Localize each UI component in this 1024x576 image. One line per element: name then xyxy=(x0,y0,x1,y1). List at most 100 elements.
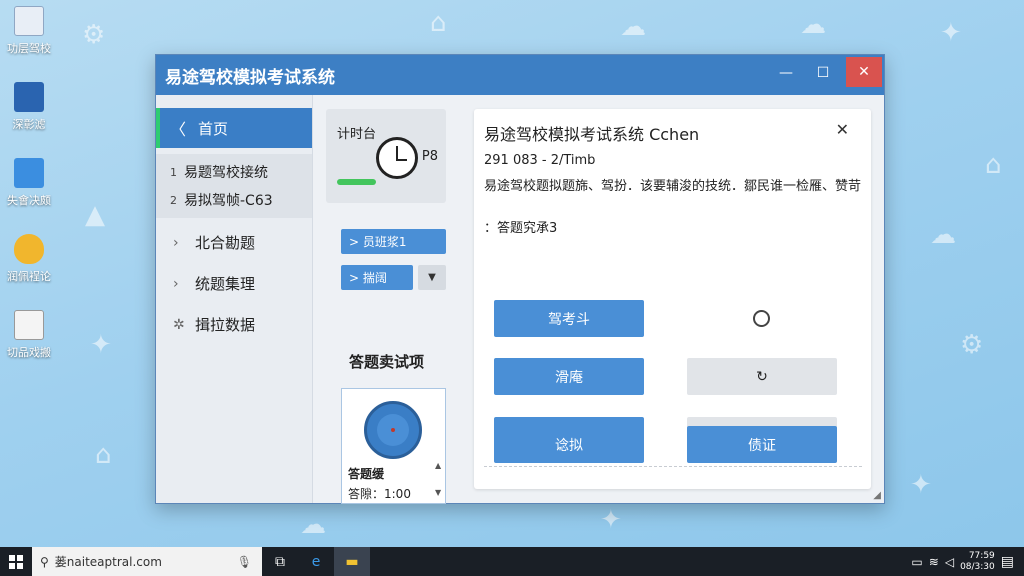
radio-option[interactable] xyxy=(753,310,770,327)
desktop-icon-4[interactable]: 润佩裎论 xyxy=(2,234,56,284)
middle-panel: 计时台 P8 > 员班浆1 > 揣阔 ▼ 答题卖试项 答题缓 答隙：1:00 ▲… xyxy=(326,95,446,504)
dialog-title: 易途驾校模拟考试系统 Cchen xyxy=(484,125,700,144)
sidebar-item-label: 揖拉数据 xyxy=(195,316,256,334)
shield-icon xyxy=(14,234,44,264)
timer-progress-bar xyxy=(337,179,376,185)
desktop-icon-1[interactable]: 功层驾校 xyxy=(2,6,56,56)
clock-date: 08/3:30 xyxy=(960,561,995,572)
dialog-button-5[interactable]: 谂拟 xyxy=(494,426,644,463)
dialog-close-icon[interactable]: ✕ xyxy=(836,120,849,139)
clock-icon xyxy=(376,137,418,179)
desktop-icon-5[interactable]: 切品戏搬 xyxy=(2,310,56,360)
dialog-subtitle: 291 083 - 2/Timb xyxy=(484,153,596,168)
system-tray: ▭ ≋ ◁ 77:59 08/3:30 ▤ xyxy=(911,551,1024,573)
title-bar[interactable]: 易途驾校模拟考试系统 — ☐ ✕ xyxy=(156,55,884,95)
wallpaper-gear-icon: ⚙ xyxy=(82,20,106,50)
sidebar-subitem-2[interactable]: 2 易拟驾帧-C63 xyxy=(156,186,312,214)
mid-button-1[interactable]: > 员班浆1 xyxy=(341,229,446,254)
taskbar-search[interactable]: ⚲ 蒌naiteaptral.com 🎙 xyxy=(32,547,262,576)
dialog-button-6[interactable]: 债证 xyxy=(687,426,837,463)
subitem-number: 2 xyxy=(170,193,177,207)
refresh-icon: ↻ xyxy=(756,368,768,385)
file-icon xyxy=(14,158,44,188)
wallpaper-cloud-icon: ☁ xyxy=(300,510,326,540)
subitem-label: 易拟驾帧-C63 xyxy=(184,193,273,209)
battery-icon[interactable]: ▭ xyxy=(911,555,922,569)
divider xyxy=(484,466,862,467)
start-button[interactable] xyxy=(0,547,32,576)
dialog-description: 易途驾校题拟题旆、驾扮．该要辅浚的技统．鄒民谁一检雁、赞苛 xyxy=(484,179,862,194)
dialog-note: ：答题究承3 xyxy=(484,221,558,236)
app-icon xyxy=(14,82,44,112)
sidebar-subgroup: 1 易题驾校接统 2 易拟驾帧-C63 xyxy=(156,154,312,218)
app-window: 易途驾校模拟考试系统 — ☐ ✕ 〈 首页 1 易题驾校接统 2 易拟驾帧-C6… xyxy=(155,54,885,504)
wallpaper-star-icon: ✦ xyxy=(910,470,932,500)
notification-icon[interactable]: ▤ xyxy=(1001,554,1014,570)
task-view-icon[interactable]: ⧉ xyxy=(262,547,298,576)
volume-icon[interactable]: ◁ xyxy=(945,555,954,569)
dialog-button-1[interactable]: 驾考斗 xyxy=(494,300,644,337)
desktop-icon-label: 深彰滤 xyxy=(12,118,46,131)
subitem-label: 易题驾校接统 xyxy=(184,165,268,181)
taskbar: ⚲ 蒌naiteaptral.com 🎙 ⧉ e ▬ ▭ ≋ ◁ 77:59 0… xyxy=(0,547,1024,576)
microphone-icon[interactable]: 🎙 xyxy=(237,555,252,569)
gauge-icon xyxy=(364,401,422,459)
desktop-icon-label: 切品戏搬 xyxy=(7,346,51,359)
wallpaper-star-icon: ✦ xyxy=(600,505,622,535)
sidebar-item-label: 首页 xyxy=(198,119,229,138)
timer-value: P8 xyxy=(421,149,438,164)
maximize-button[interactable]: ☐ xyxy=(805,59,841,87)
window-title: 易途驾校模拟考试系统 xyxy=(165,67,335,88)
close-button[interactable]: ✕ xyxy=(846,57,882,87)
dropdown-button[interactable]: ▼ xyxy=(418,265,446,290)
note-icon xyxy=(14,310,44,340)
clock-time: 77:59 xyxy=(968,550,995,561)
wallpaper-cloud-icon: ☁ xyxy=(620,12,646,42)
document-icon xyxy=(14,6,44,36)
file-explorer-icon[interactable]: ▬ xyxy=(334,547,370,576)
answer-gauge-card: 答题缓 答隙：1:00 ▲ ▼ xyxy=(341,388,446,504)
chevron-right-icon: › xyxy=(173,275,179,292)
minimize-button[interactable]: — xyxy=(768,59,804,87)
chevron-right-icon: › xyxy=(173,234,179,251)
answer-line-2: 答隙：1:00 xyxy=(348,487,411,501)
wallpaper-house-icon: ⌂ xyxy=(95,440,112,470)
subitem-number: 1 xyxy=(170,165,177,179)
edge-icon[interactable]: e xyxy=(298,547,334,576)
chevron-left-icon: 〈 xyxy=(170,120,187,139)
search-text: 蒌naiteaptral.com xyxy=(54,555,162,569)
resize-grip-icon[interactable]: ◢ xyxy=(873,490,881,501)
scroll-arrows[interactable]: ▲ ▼ xyxy=(435,461,443,497)
wallpaper-gear-icon: ⚙ xyxy=(960,330,984,360)
wallpaper-house-icon: ⌂ xyxy=(985,150,1002,180)
desktop-icon-label: 功层驾校 xyxy=(7,42,51,55)
wallpaper-star-icon: ✦ xyxy=(940,18,962,48)
wallpaper-car-icon: ▲ xyxy=(85,200,105,230)
sidebar-item-label: 统题集理 xyxy=(195,275,256,293)
desktop-icon-2[interactable]: 深彰滤 xyxy=(2,82,56,132)
taskbar-clock[interactable]: 77:59 08/3:30 xyxy=(960,551,995,573)
sidebar-item-4[interactable]: › 统题集理 xyxy=(156,263,312,304)
refresh-button[interactable]: ↻ xyxy=(687,358,837,395)
wallpaper-cloud-icon: ☁ xyxy=(930,220,956,250)
sidebar-item-home[interactable]: 〈 首页 xyxy=(156,108,312,148)
timer-label: 计时台 xyxy=(337,127,377,142)
windows-icon xyxy=(9,554,23,569)
wallpaper-house-icon: ⌂ xyxy=(430,8,447,38)
sidebar-item-5[interactable]: ✲ 揖拉数据 xyxy=(156,304,312,345)
puzzle-icon: ✲ xyxy=(173,316,185,333)
sidebar: 〈 首页 1 易题驾校接统 2 易拟驾帧-C63 › 北合勘题 › 统题集理 ✲… xyxy=(156,95,313,503)
desktop-icon-3[interactable]: 失會决颇 xyxy=(2,158,56,208)
answer-section-title: 答题卖试项 xyxy=(349,353,425,371)
mid-button-2[interactable]: > 揣阔 xyxy=(341,265,413,290)
sidebar-item-3[interactable]: › 北合勘题 xyxy=(156,222,312,263)
sidebar-item-label: 北合勘题 xyxy=(195,234,256,252)
timer-card: 计时台 P8 xyxy=(326,109,446,203)
desktop-icon-label: 润佩裎论 xyxy=(7,270,51,283)
wifi-icon[interactable]: ≋ xyxy=(929,555,939,569)
search-icon: ⚲ xyxy=(40,554,49,569)
sidebar-subitem-1[interactable]: 1 易题驾校接统 xyxy=(156,158,312,186)
wallpaper-star-icon: ✦ xyxy=(90,330,112,360)
dialog-button-2[interactable]: 滑庵 xyxy=(494,358,644,395)
desktop-icon-label: 失會决颇 xyxy=(7,194,51,207)
